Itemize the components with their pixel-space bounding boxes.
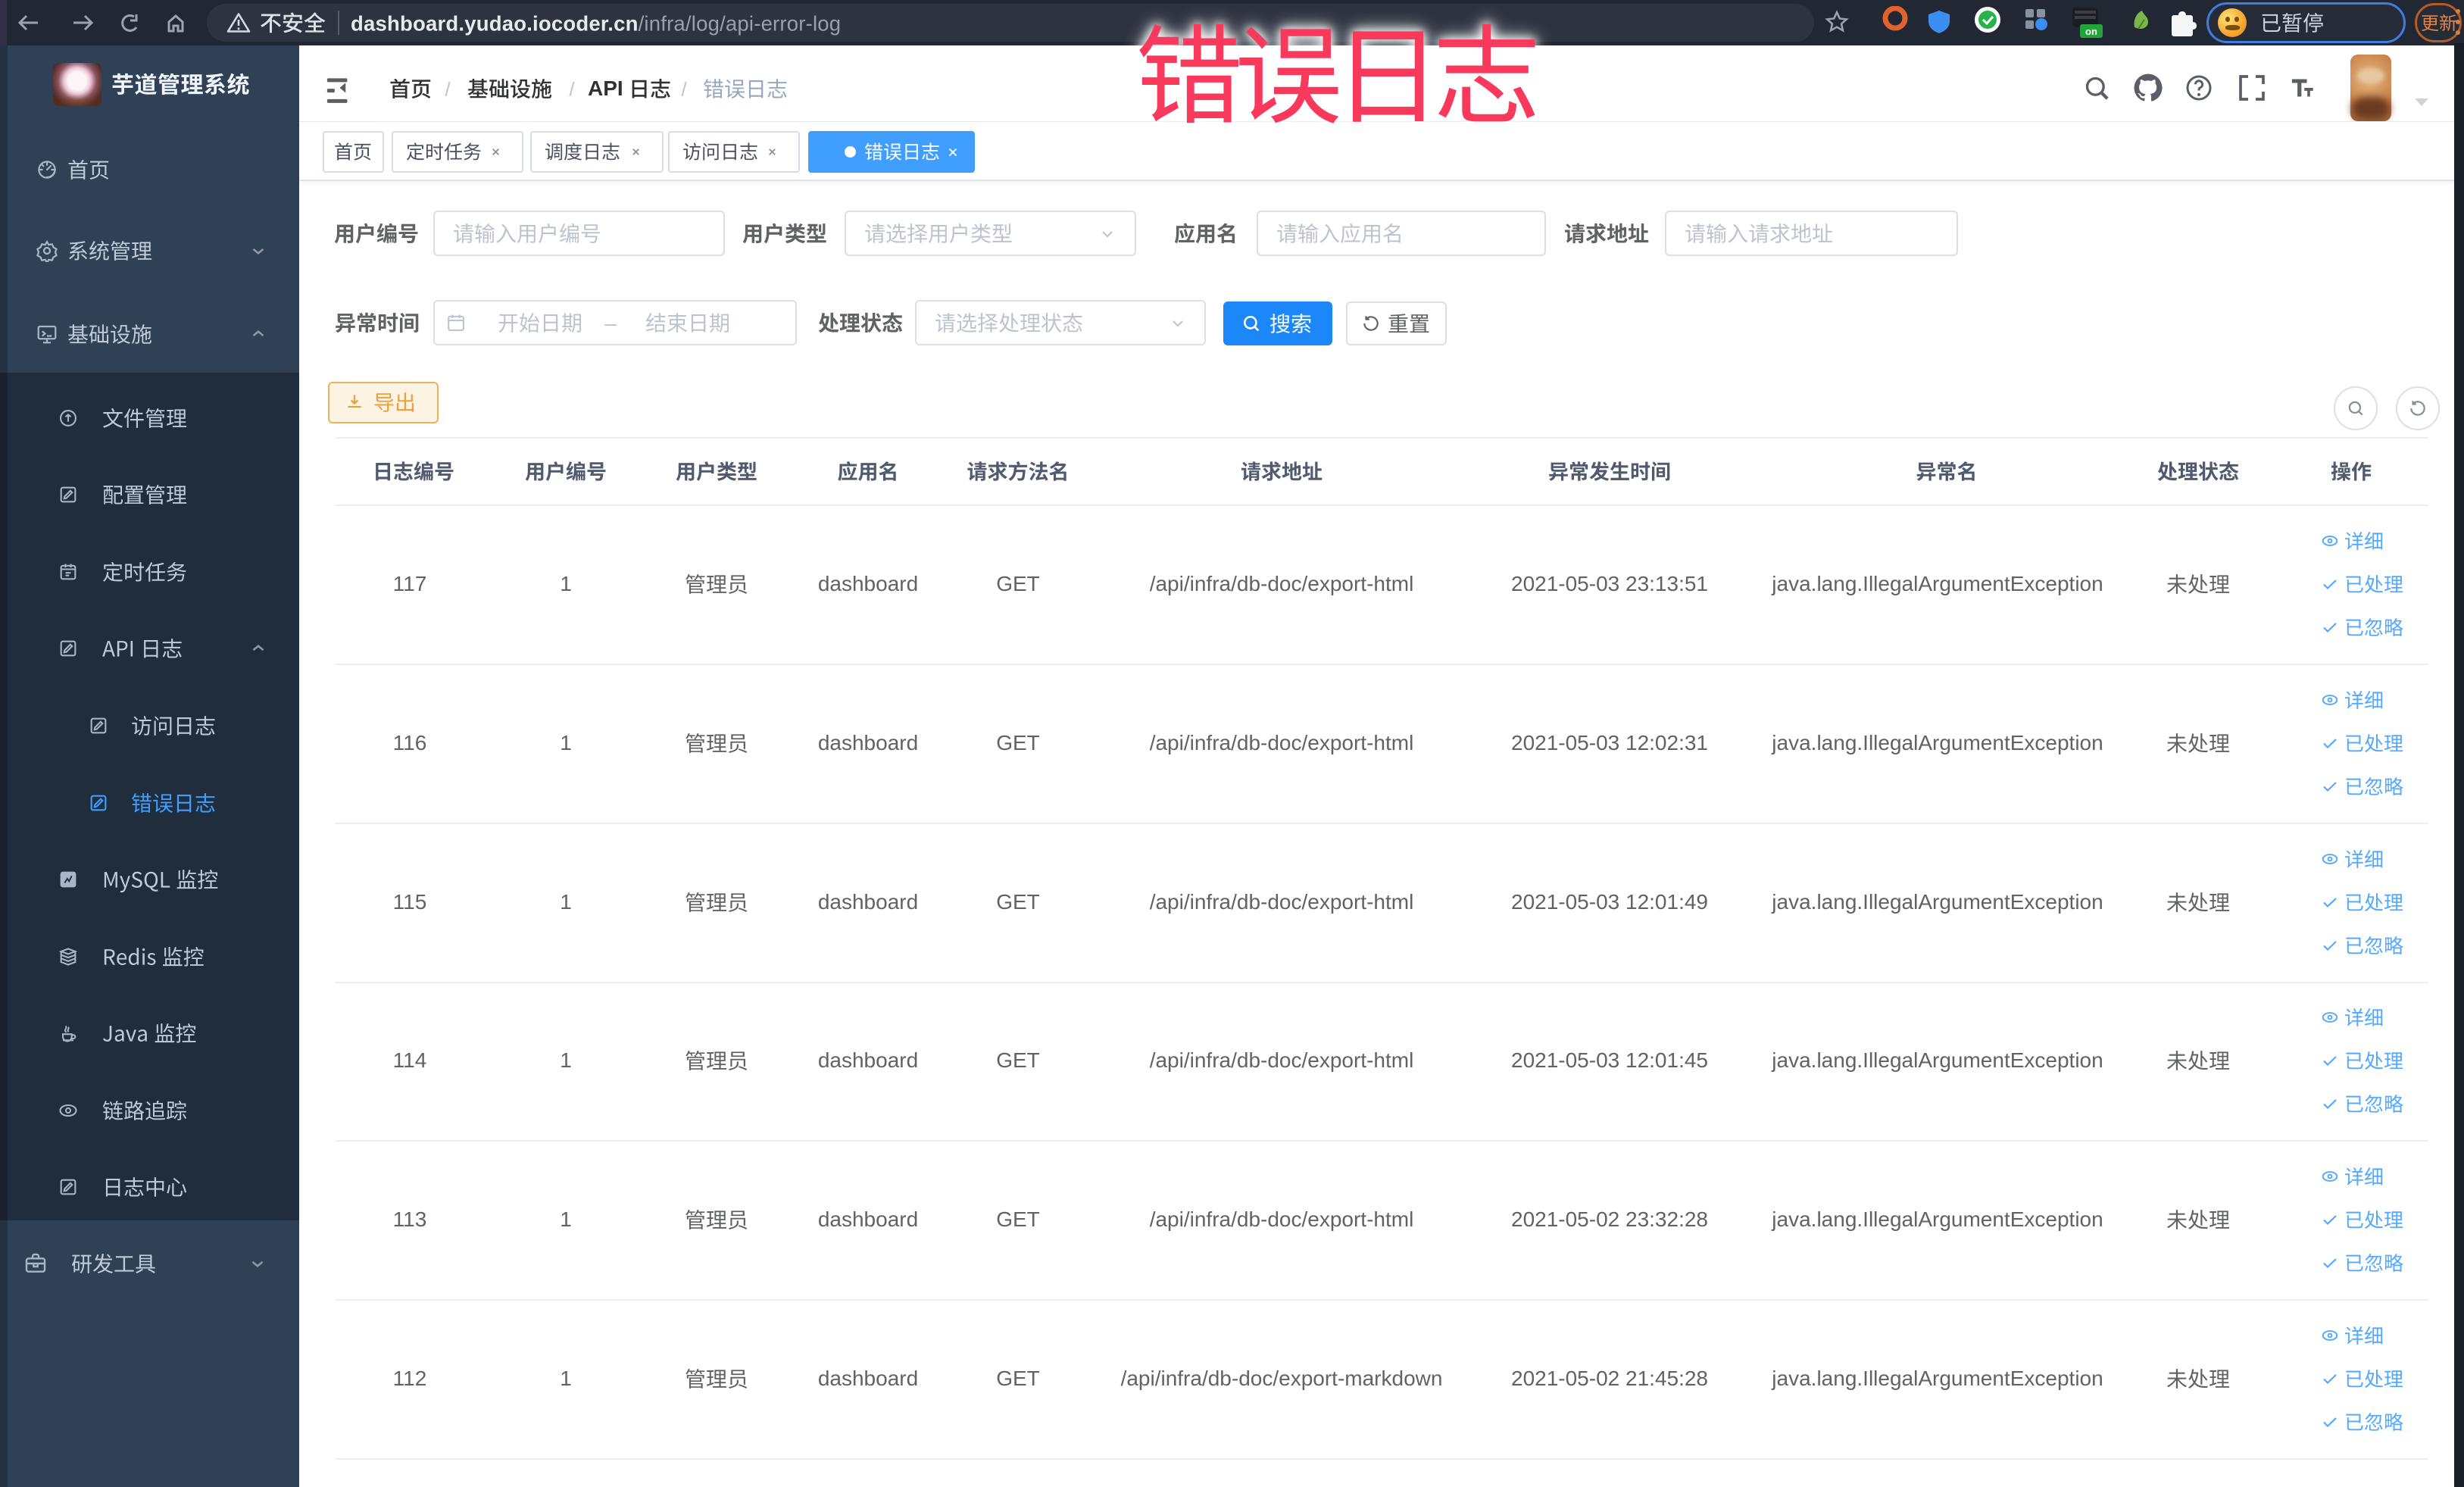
svg-text:on: on — [2085, 26, 2097, 37]
